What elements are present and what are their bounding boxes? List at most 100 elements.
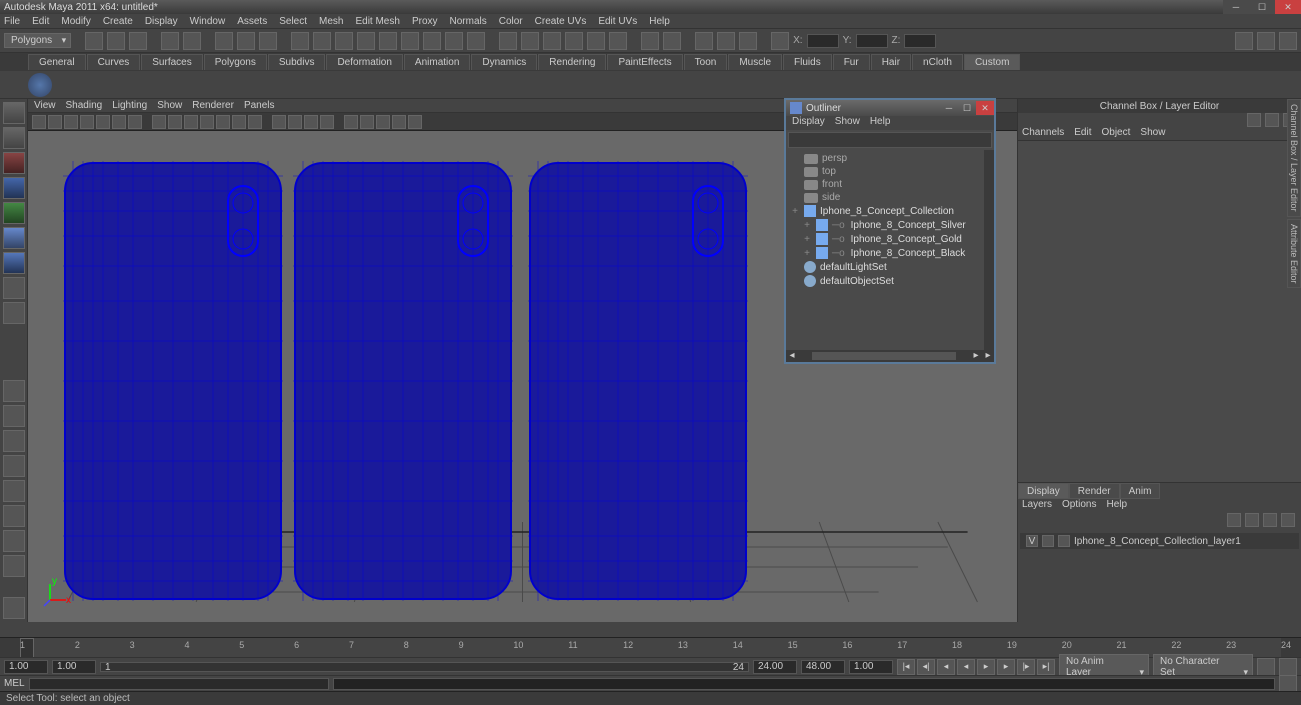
layer-tab-render[interactable]: Render bbox=[1069, 483, 1120, 499]
side-tab-attribute[interactable]: Attribute Editor bbox=[1287, 219, 1301, 289]
shelf-tab-deformation[interactable]: Deformation bbox=[326, 54, 402, 70]
menu-select[interactable]: Select bbox=[279, 16, 307, 27]
shelf-tab-hair[interactable]: Hair bbox=[871, 54, 911, 70]
viewport-icon[interactable] bbox=[96, 115, 110, 129]
menu-create[interactable]: Create bbox=[103, 16, 133, 27]
layout-single[interactable] bbox=[3, 380, 25, 402]
viewport-icon[interactable] bbox=[408, 115, 422, 129]
viewport-icon[interactable] bbox=[200, 115, 214, 129]
key-forward-button[interactable]: ▸ bbox=[997, 659, 1015, 675]
shelf-tab-rendering[interactable]: Rendering bbox=[538, 54, 606, 70]
view-menu-show[interactable]: Show bbox=[157, 100, 182, 111]
mask-icon[interactable] bbox=[423, 32, 441, 50]
viewport-icon[interactable] bbox=[232, 115, 246, 129]
history-icon[interactable] bbox=[663, 32, 681, 50]
toggle-tool[interactable] bbox=[3, 597, 25, 619]
outliner-item[interactable]: front bbox=[788, 178, 992, 191]
close-button[interactable]: ✕ bbox=[1275, 0, 1301, 14]
view-menu-shading[interactable]: Shading bbox=[66, 100, 103, 111]
layout-persp[interactable] bbox=[3, 505, 25, 527]
ui-toggle-icon[interactable] bbox=[1235, 32, 1253, 50]
shelf-tab-animation[interactable]: Animation bbox=[404, 54, 470, 70]
expand-icon[interactable]: + bbox=[790, 206, 800, 217]
menu-window[interactable]: Window bbox=[190, 16, 226, 27]
shelf-tab-fur[interactable]: Fur bbox=[833, 54, 870, 70]
snap-icon[interactable] bbox=[543, 32, 561, 50]
menu-file[interactable]: File bbox=[4, 16, 20, 27]
paint-tool[interactable] bbox=[3, 152, 25, 174]
history-icon[interactable] bbox=[641, 32, 659, 50]
view-menu-renderer[interactable]: Renderer bbox=[192, 100, 234, 111]
step-forward-button[interactable]: |▸ bbox=[1017, 659, 1035, 675]
outliner-menu-show[interactable]: Show bbox=[835, 116, 860, 130]
shelf-tab-surfaces[interactable]: Surfaces bbox=[141, 54, 202, 70]
phone-model-1[interactable] bbox=[63, 161, 283, 601]
play-forward-button[interactable]: ▸ bbox=[977, 659, 995, 675]
shelf-tab-painteffects[interactable]: PaintEffects bbox=[607, 54, 682, 70]
view-menu-lighting[interactable]: Lighting bbox=[112, 100, 147, 111]
layout-three[interactable] bbox=[3, 480, 25, 502]
snap-icon[interactable] bbox=[609, 32, 627, 50]
open-scene-icon[interactable] bbox=[107, 32, 125, 50]
outliner-search[interactable] bbox=[788, 132, 992, 148]
script-editor-icon[interactable] bbox=[1279, 675, 1297, 693]
cb-icon[interactable] bbox=[1265, 113, 1279, 127]
layer-menu-options[interactable]: Options bbox=[1062, 499, 1096, 513]
outliner-close[interactable]: ✕ bbox=[976, 101, 994, 115]
viewport-icon[interactable] bbox=[112, 115, 126, 129]
menu-createuvs[interactable]: Create UVs bbox=[535, 16, 587, 27]
shelf-tab-fluids[interactable]: Fluids bbox=[783, 54, 832, 70]
cb-tab-object[interactable]: Object bbox=[1102, 127, 1131, 140]
shelf-tab-general[interactable]: General bbox=[28, 54, 86, 70]
layout-outliner[interactable] bbox=[3, 530, 25, 552]
cmd-label[interactable]: MEL bbox=[4, 678, 25, 689]
viewport-icon[interactable] bbox=[272, 115, 286, 129]
snap-icon[interactable] bbox=[565, 32, 583, 50]
minimize-button[interactable]: ─ bbox=[1223, 0, 1249, 14]
side-tab-channelbox[interactable]: Channel Box / Layer Editor bbox=[1287, 99, 1301, 217]
outliner-scrollbar[interactable] bbox=[984, 150, 994, 350]
layer-tab-display[interactable]: Display bbox=[1018, 483, 1069, 499]
move-tool[interactable] bbox=[3, 177, 25, 199]
undo-icon[interactable] bbox=[161, 32, 179, 50]
layer-menu-help[interactable]: Help bbox=[1106, 499, 1127, 513]
viewport-icon[interactable] bbox=[184, 115, 198, 129]
viewport-icon[interactable] bbox=[360, 115, 374, 129]
layer-name[interactable]: Iphone_8_Concept_Collection_layer1 bbox=[1074, 536, 1241, 547]
viewport-icon[interactable] bbox=[64, 115, 78, 129]
viewport-icon[interactable] bbox=[288, 115, 302, 129]
step-back-button[interactable]: ◂| bbox=[917, 659, 935, 675]
outliner-item[interactable]: persp bbox=[788, 152, 992, 165]
expand-icon[interactable]: + bbox=[802, 220, 812, 231]
show-manip-tool[interactable] bbox=[3, 302, 25, 324]
mask-icon[interactable] bbox=[401, 32, 419, 50]
mask-icon[interactable] bbox=[379, 32, 397, 50]
view-menu-view[interactable]: View bbox=[34, 100, 56, 111]
shelf-icon[interactable] bbox=[28, 73, 52, 97]
ui-toggle-icon[interactable] bbox=[1257, 32, 1275, 50]
mask-icon[interactable] bbox=[467, 32, 485, 50]
layer-icon[interactable] bbox=[1245, 513, 1259, 527]
cb-tab-edit[interactable]: Edit bbox=[1074, 127, 1091, 140]
viewport-icon[interactable] bbox=[376, 115, 390, 129]
menu-edit[interactable]: Edit bbox=[32, 16, 49, 27]
viewport-icon[interactable] bbox=[80, 115, 94, 129]
mask-icon[interactable] bbox=[291, 32, 309, 50]
expand-icon[interactable]: + bbox=[802, 248, 812, 259]
viewport-icon[interactable] bbox=[168, 115, 182, 129]
layer-type[interactable] bbox=[1042, 535, 1054, 547]
viewport-icon[interactable] bbox=[128, 115, 142, 129]
mask-icon[interactable] bbox=[445, 32, 463, 50]
viewport-icon[interactable] bbox=[32, 115, 46, 129]
phone-model-3[interactable] bbox=[528, 161, 748, 601]
snap-icon[interactable] bbox=[587, 32, 605, 50]
outliner-item[interactable]: +Iphone_8_Concept_Collection bbox=[788, 204, 992, 218]
view-menu-panels[interactable]: Panels bbox=[244, 100, 275, 111]
viewport-icon[interactable] bbox=[304, 115, 318, 129]
cmd-input[interactable] bbox=[29, 678, 329, 690]
mask-icon[interactable] bbox=[313, 32, 331, 50]
mask-icon[interactable] bbox=[335, 32, 353, 50]
menu-editmesh[interactable]: Edit Mesh bbox=[355, 16, 399, 27]
layout-four[interactable] bbox=[3, 405, 25, 427]
snap-icon[interactable] bbox=[521, 32, 539, 50]
